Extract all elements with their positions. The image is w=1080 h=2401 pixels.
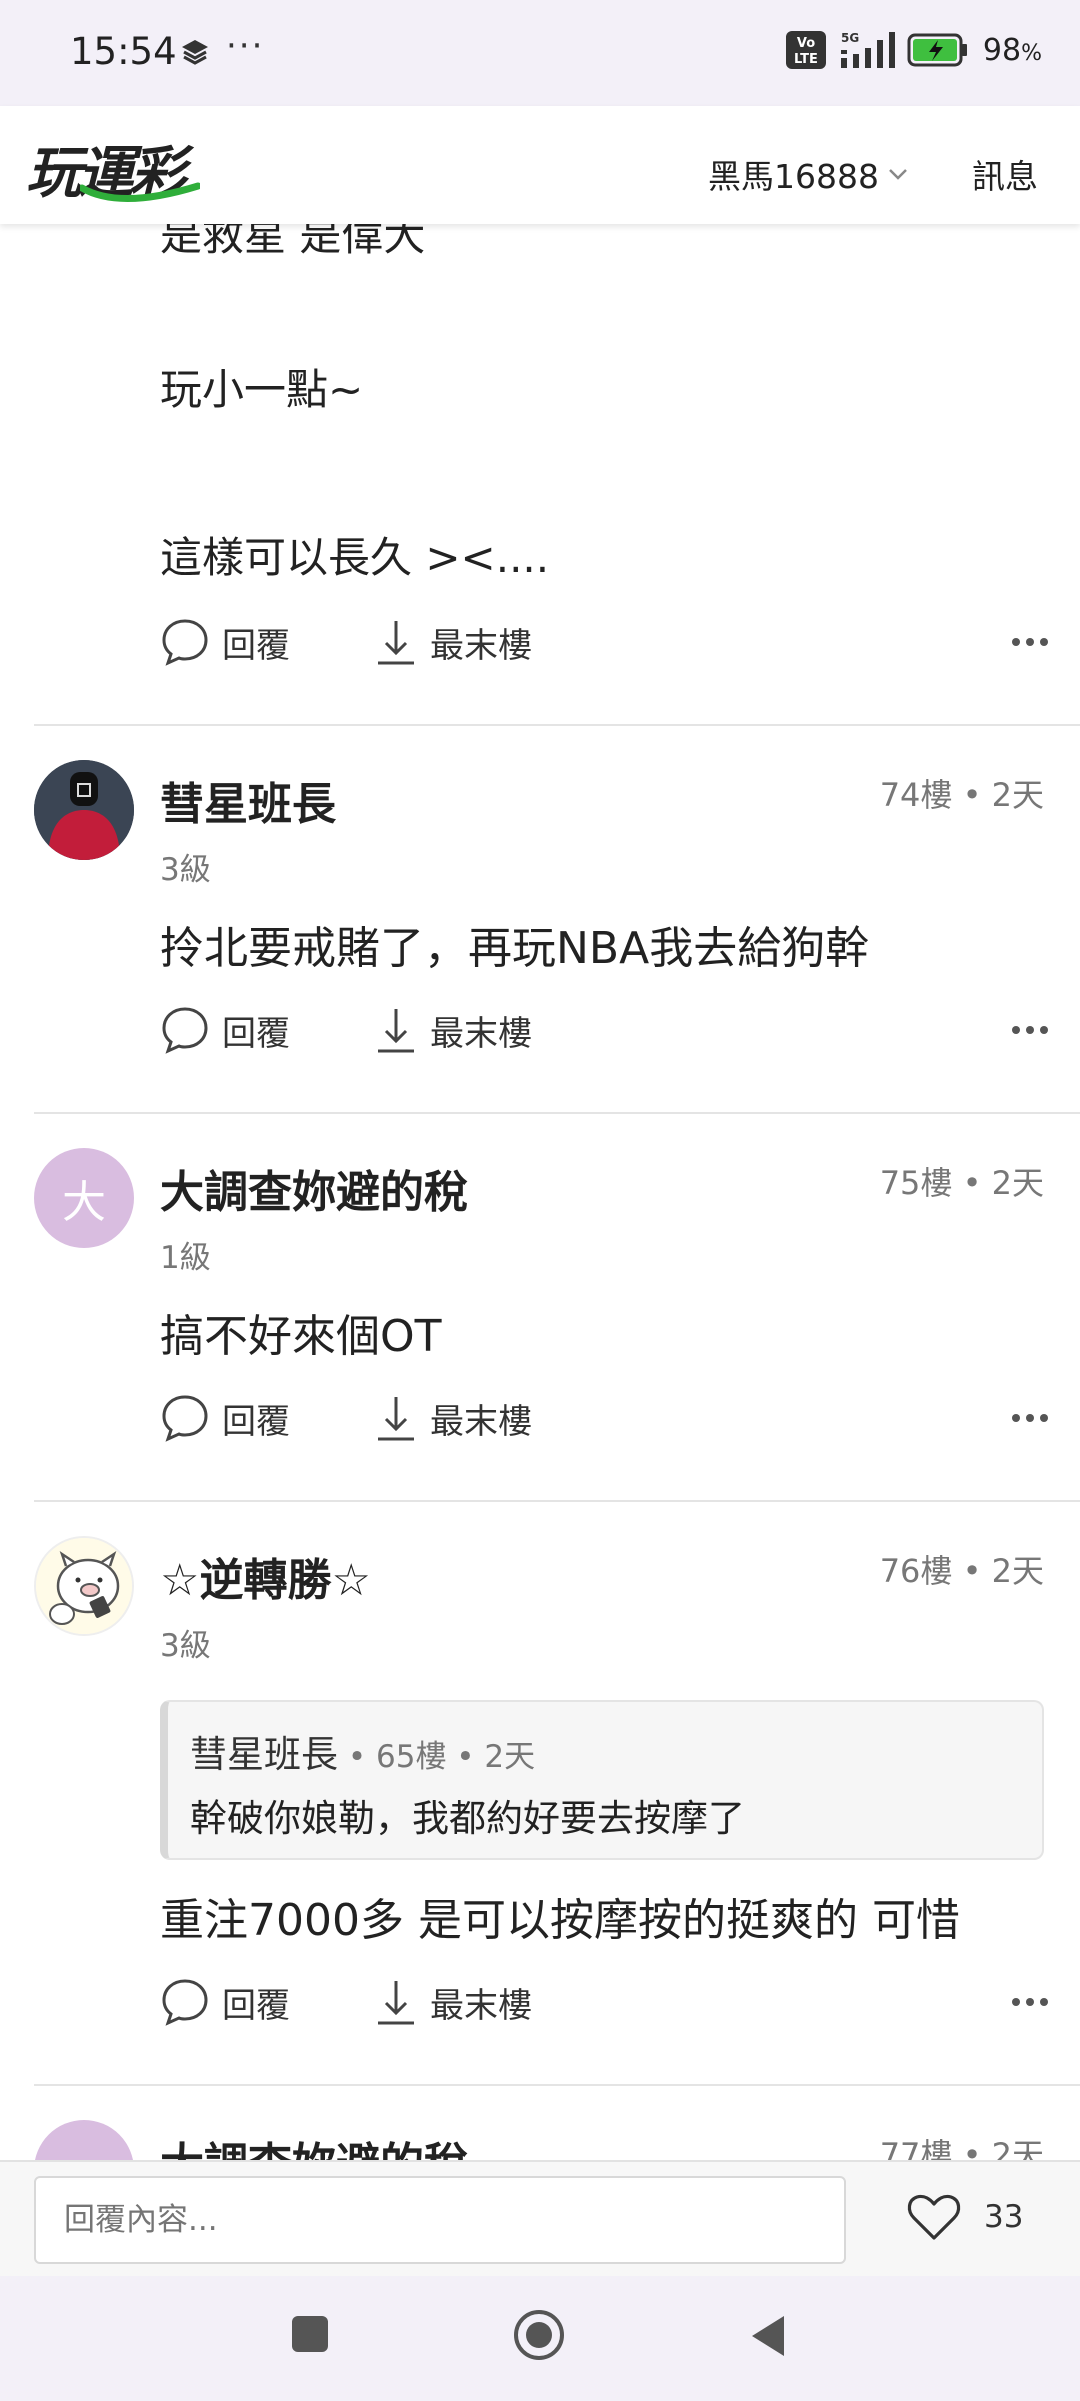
post-username[interactable]: 大調查妳避的稅 [160, 2128, 468, 2160]
battery-charging-icon [907, 33, 967, 67]
thread-content: 是救星 是偉大 玩小一點~ 這樣可以長久 ><.... 回覆 最末樓 彗星班長 … [0, 224, 1080, 2160]
reply-label: 回覆 [222, 1013, 290, 1054]
post-actions: 回覆 最末樓 [160, 1000, 1050, 1060]
clock: 15:54 [70, 30, 177, 73]
post-username[interactable]: ☆逆轉勝☆ [160, 1544, 371, 1608]
post-actions: 回覆 最末樓 [160, 612, 1050, 672]
app-header: 玩運彩 黑馬16888 訊息 [0, 106, 1080, 224]
messages-link[interactable]: 訊息 [972, 150, 1038, 198]
post-text-line: 玩小一點~ [160, 365, 364, 414]
quote-author: 彗星班長 [190, 1733, 338, 1776]
comment-icon [162, 1395, 208, 1442]
signal-5g-icon: 5G [840, 31, 895, 68]
network-label: 5G [841, 31, 859, 45]
reply-label: 回覆 [222, 1401, 290, 1442]
reply-label: 回覆 [222, 625, 290, 666]
download-arrow-icon [378, 1397, 414, 1441]
more-options-icon[interactable] [1010, 1010, 1050, 1050]
svg-text:LTE: LTE [794, 52, 818, 67]
recent-apps-icon[interactable] [290, 2314, 330, 2354]
back-icon[interactable] [748, 2314, 788, 2358]
avatar[interactable]: 大 [34, 1148, 134, 1248]
post-body: 拎北要戒賭了，再玩NBA我去給狗幹 [160, 923, 870, 974]
post-body: 搞不好來個OT [160, 1311, 442, 1362]
volte-icon: Vo LTE [785, 31, 826, 69]
post-text-line: 這樣可以長久 ><.... [160, 533, 550, 582]
reply-input[interactable] [34, 2176, 846, 2264]
more-options-icon[interactable] [1010, 1398, 1050, 1438]
user-menu[interactable]: 黑馬16888 [708, 150, 909, 198]
last-floor-label: 最末樓 [430, 625, 532, 666]
home-icon[interactable] [512, 2308, 566, 2362]
post-body: 重注7000多 是可以按摩按的挺爽的 可惜 [160, 1895, 960, 1946]
avatar[interactable] [34, 1536, 134, 1636]
system-nav-bar [0, 2276, 1080, 2401]
quoted-reply[interactable]: 彗星班長 • 65樓 • 2天 幹破你娘勒，我都約好要去按摩了 [160, 1700, 1044, 1860]
reply-button[interactable]: 回覆 [160, 1005, 290, 1055]
reply-button[interactable]: 回覆 [160, 1393, 290, 1443]
comment-icon [162, 1007, 208, 1054]
last-floor-button[interactable]: 最末樓 [374, 1977, 532, 2027]
divider [34, 1112, 1080, 1114]
divider [34, 1500, 1080, 1502]
quote-meta: • 65樓 • 2天 [338, 1739, 536, 1775]
avatar[interactable] [34, 2120, 134, 2160]
user-level: 1級 [160, 1240, 211, 1276]
pig-cartoon-avatar-icon [36, 1538, 132, 1634]
user-level: 3級 [160, 1628, 211, 1664]
reply-button[interactable]: 回覆 [160, 1977, 290, 2027]
divider [34, 2084, 1080, 2086]
like-count: 33 [984, 2199, 1024, 2235]
post-actions: 回覆 最末樓 [160, 1388, 1050, 1448]
heart-icon [907, 2194, 961, 2240]
post-actions: 回覆 最末樓 [160, 1972, 1050, 2032]
last-floor-button[interactable]: 最末樓 [374, 1393, 532, 1443]
chevron-down-icon [889, 169, 907, 180]
post-floor-meta: 75樓 • 2天 [879, 1164, 1044, 1202]
user-level: 3級 [160, 852, 211, 888]
quote-header: 彗星班長 • 65樓 • 2天 [190, 1724, 535, 1778]
download-arrow-icon [378, 621, 414, 665]
layers-icon [182, 40, 208, 65]
comment-icon [162, 1979, 208, 2026]
post-floor-meta: 77樓 • 2天 [879, 2136, 1044, 2160]
avatar[interactable] [34, 760, 134, 860]
post-username[interactable]: 大調查妳避的稅 [160, 1156, 468, 1220]
more-options-icon[interactable] [1010, 622, 1050, 662]
svg-text:Vo: Vo [797, 36, 815, 51]
post-floor-meta: 74樓 • 2天 [879, 776, 1044, 814]
clipped-text: 是救星 是偉大 [160, 224, 426, 260]
like-button[interactable]: 33 [906, 2192, 1023, 2242]
reply-button[interactable]: 回覆 [160, 617, 290, 667]
post-username[interactable]: 彗星班長 [160, 768, 336, 832]
divider [34, 724, 1080, 726]
masked-figure-avatar-icon [34, 760, 134, 860]
reply-label: 回覆 [222, 1985, 290, 2026]
more-options-icon[interactable] [1010, 1982, 1050, 2022]
quote-text: 幹破你娘勒，我都約好要去按摩了 [190, 1797, 745, 1840]
reply-bar: 33 [0, 2160, 1080, 2276]
post-floor-meta: 76樓 • 2天 [879, 1552, 1044, 1590]
comment-icon [162, 619, 208, 666]
last-floor-button[interactable]: 最末樓 [374, 1005, 532, 1055]
last-floor-button[interactable]: 最末樓 [374, 617, 532, 667]
download-arrow-icon [378, 1981, 414, 2025]
last-floor-label: 最末樓 [430, 1401, 532, 1442]
last-floor-label: 最末樓 [430, 1985, 532, 2026]
download-arrow-icon [378, 1009, 414, 1053]
battery-percent: 98% [982, 32, 1042, 68]
more-notifications-icon: ··· [226, 26, 265, 66]
status-bar: 15:54 ··· Vo LTE 5G 98% [0, 0, 1080, 106]
username-label: 黑馬16888 [708, 157, 879, 196]
status-icons: Vo LTE 5G 98% [785, 30, 1042, 70]
last-floor-label: 最末樓 [430, 1013, 532, 1054]
logo-swoosh-icon [80, 182, 200, 202]
avatar-letter: 大 [62, 1177, 106, 1228]
